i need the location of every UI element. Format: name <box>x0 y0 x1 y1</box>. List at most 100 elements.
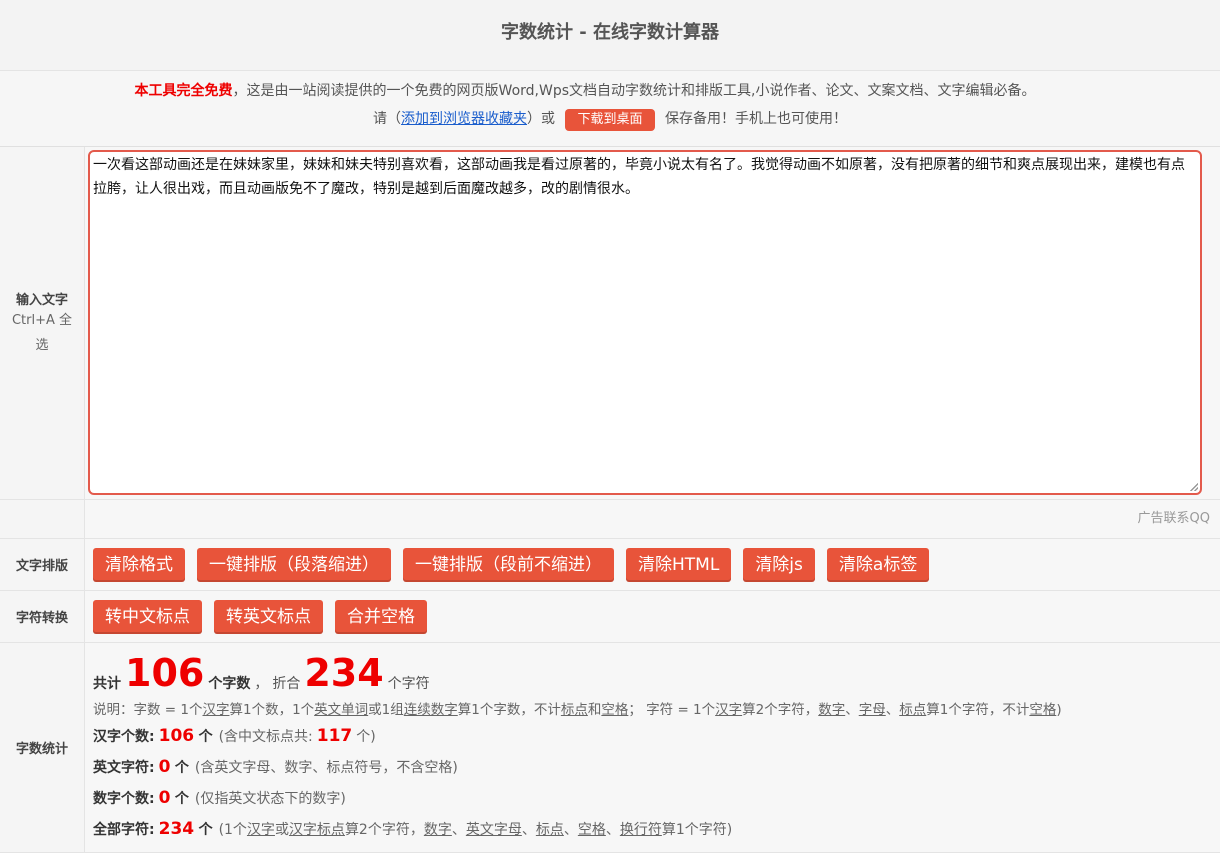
note-term: 标点 <box>560 702 588 718</box>
english-label: 英文字符: <box>93 760 155 776</box>
note-text: 或1组 <box>368 702 404 718</box>
clear-js-button[interactable]: 清除js <box>743 547 815 582</box>
all-text: 算2个字符， <box>344 822 424 838</box>
hanzi-count: 106 <box>158 726 195 746</box>
stats-row: 字数统计 共计 106 个字数 ， 折合 234 个字符 说明：字数 = 1个汉… <box>0 643 1220 853</box>
resize-handle[interactable] <box>1190 483 1198 491</box>
all-text: 、 <box>563 822 578 838</box>
note-term: 空格 <box>601 702 629 718</box>
intro-description: ，这是由一站阅读提供的一个免费的网页版Word,Wps文档自动字数统计和排版工具… <box>232 83 1036 99</box>
all-text: 或 <box>274 822 289 838</box>
free-label: 本工具完全免费 <box>134 83 233 99</box>
english-unit: 个 <box>174 760 189 776</box>
note-text: 算1个字数，不计 <box>457 702 561 718</box>
or-text: ）或 <box>527 111 556 127</box>
hanzi-unit: 个 <box>198 729 213 745</box>
format-no-indent-button[interactable]: 一键排版（段前不缩进） <box>403 547 614 582</box>
ad-row: 广告联系QQ <box>0 500 1220 539</box>
download-desktop-button[interactable]: 下载到桌面 <box>565 109 655 131</box>
hanzi-count-line: 汉字个数: 106 个 (含中文标点共: 117 个) <box>93 721 1212 752</box>
digit-extra: (仅指英文状态下的数字) <box>194 791 346 807</box>
convert-row: 字符转换 转中文标点 转英文标点 合并空格 <box>0 591 1220 643</box>
note-term: 标点 <box>899 702 927 718</box>
word-unit: 个字数 <box>208 676 251 692</box>
all-text: 算1个字符) <box>661 822 733 838</box>
all-term: 换行符 <box>619 822 662 838</box>
all-label: 全部字符: <box>93 822 155 838</box>
to-english-punct-button[interactable]: 转英文标点 <box>214 599 323 634</box>
english-count-line: 英文字符: 0 个 (含英文字母、数字、标点符号，不含空格) <box>93 752 1212 783</box>
all-term: 汉字标点 <box>288 822 345 838</box>
format-indent-button[interactable]: 一键排版（段落缩进） <box>197 547 391 582</box>
total-summary: 共计 106 个字数 ， 折合 234 个字符 <box>93 647 1212 693</box>
note-text: 、 <box>885 702 900 718</box>
digit-count: 0 <box>158 788 171 808</box>
total-prefix: 共计 <box>93 676 121 692</box>
input-label-title: 输入文字 <box>15 292 68 308</box>
english-extra: (含英文字母、数字、标点符号，不含空格) <box>194 760 458 776</box>
comma: ， <box>254 676 269 692</box>
stats-label: 字数统计 <box>0 643 85 852</box>
format-label: 文字排版 <box>0 539 85 590</box>
to-chinese-punct-button[interactable]: 转中文标点 <box>93 599 202 634</box>
note-term: 英文单词 <box>314 702 369 718</box>
note-text: 算1个数，1个 <box>229 702 315 718</box>
note-term: 数字 <box>818 702 846 718</box>
english-count: 0 <box>158 757 171 777</box>
count-explanation: 说明：字数 = 1个汉字算1个数，1个英文单词或1组连续数字算1个字数，不计标点… <box>93 699 1212 721</box>
all-count: 234 <box>158 819 195 839</box>
ad-contact: 广告联系QQ <box>85 500 1220 538</box>
hanzi-punct-count: 117 <box>316 726 353 746</box>
hanzi-extra-pre: (含中文标点共: <box>218 729 313 745</box>
bookmark-link[interactable]: 添加到浏览器收藏夹 <box>401 111 527 127</box>
digit-label: 数字个数: <box>93 791 155 807</box>
input-text: 一次看这部动画还是在妹妹家里，妹妹和妹夫特别喜欢看，这部动画我是看过原著的，毕竟… <box>93 157 1185 197</box>
hanzi-extra-post: 个) <box>356 729 376 745</box>
text-input-area[interactable]: 一次看这部动画还是在妹妹家里，妹妹和妹夫特别喜欢看，这部动画我是看过原著的，毕竟… <box>88 150 1202 495</box>
select-all-hint: Ctrl+A 全选 <box>11 312 73 353</box>
all-term: 汉字 <box>246 822 275 838</box>
clear-format-button[interactable]: 清除格式 <box>93 547 185 582</box>
note-term: 汉字 <box>715 702 743 718</box>
all-term: 英文字母 <box>465 822 522 838</box>
intro-line-1: 本工具完全免费，这是由一站阅读提供的一个免费的网页版Word,Wps文档自动字数… <box>0 71 1220 109</box>
all-text: (1个 <box>218 822 247 838</box>
equiv-text: 折合 <box>272 676 301 692</box>
note-text: 、 <box>845 702 859 718</box>
note-text: 算1个字符，不计 <box>926 702 1030 718</box>
all-term: 空格 <box>577 822 606 838</box>
convert-label: 字符转换 <box>0 591 85 642</box>
clear-a-tag-button[interactable]: 清除a标签 <box>826 547 930 582</box>
note-text: 算2个字符， <box>742 702 819 718</box>
note-term: 连续数字 <box>403 702 458 718</box>
note-term: 字母 <box>858 702 886 718</box>
clear-html-button[interactable]: 清除HTML <box>626 547 732 582</box>
note-text: 和 <box>587 702 602 718</box>
merge-spaces-button[interactable]: 合并空格 <box>335 599 427 634</box>
ad-label-empty <box>0 500 85 538</box>
all-term: 数字 <box>423 822 452 838</box>
note-text: 说明：字数 = 1个 <box>93 702 203 718</box>
note-term: 汉字 <box>202 702 230 718</box>
intro-section: 本工具完全免费，这是由一站阅读提供的一个免费的网页版Word,Wps文档自动字数… <box>0 71 1220 147</box>
input-label: 输入文字 Ctrl+A 全选 <box>0 147 85 499</box>
all-chars-line: 全部字符: 234 个 (1个汉字或汉字标点算2个字符，数字、英文字母、标点、空格、… <box>93 814 1212 845</box>
note-text: ) <box>1056 702 1062 718</box>
note-term: 空格 <box>1029 702 1057 718</box>
all-text: 、 <box>451 822 466 838</box>
digit-count-line: 数字个数: 0 个 (仅指英文状态下的数字) <box>93 783 1212 814</box>
note-text: ； 字符 = 1个 <box>628 702 716 718</box>
input-row: 输入文字 Ctrl+A 全选 一次看这部动画还是在妹妹家里，妹妹和妹夫特别喜欢看… <box>0 147 1220 500</box>
digit-unit: 个 <box>174 791 189 807</box>
all-term: 标点 <box>535 822 564 838</box>
save-text: 保存备用！手机上也可使用！ <box>664 111 847 127</box>
intro-line-2: 请（添加到浏览器收藏夹）或 下载到桌面 保存备用！手机上也可使用！ <box>0 109 1220 131</box>
please-text: 请（ <box>373 111 402 127</box>
all-unit: 个 <box>198 822 213 838</box>
format-row: 文字排版 清除格式 一键排版（段落缩进） 一键排版（段前不缩进） 清除HTML … <box>0 539 1220 591</box>
word-count-number: 106 <box>125 651 205 695</box>
all-text: 、 <box>521 822 536 838</box>
all-text: 、 <box>605 822 620 838</box>
page-title: 字数统计 - 在线字数计算器 <box>0 0 1220 71</box>
hanzi-label: 汉字个数: <box>93 729 155 745</box>
